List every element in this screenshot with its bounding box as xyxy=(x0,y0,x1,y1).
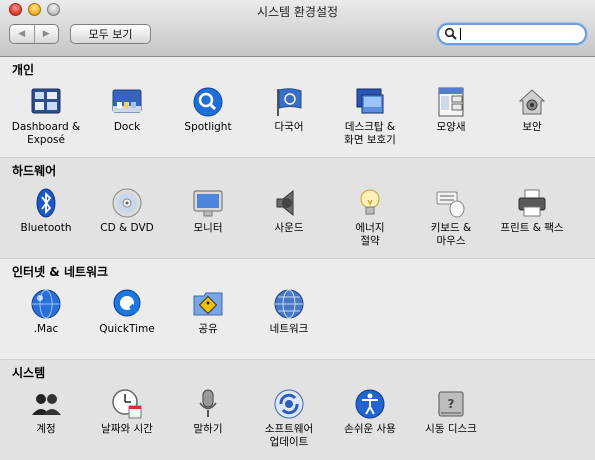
pref-accounts[interactable]: 계정 xyxy=(6,388,86,436)
pref-label: Dock xyxy=(113,121,141,133)
desktop-screensaver-icon xyxy=(356,88,384,114)
section-title: 인터넷 & 네트워크 xyxy=(12,265,109,279)
speaker-icon xyxy=(276,189,294,217)
monitor-icon xyxy=(193,190,223,217)
microphone-icon xyxy=(199,389,217,417)
network-globe-icon xyxy=(274,289,304,319)
section-title: 개인 xyxy=(12,63,35,77)
pref-label: Bluetooth xyxy=(20,222,72,234)
date-time-icon xyxy=(112,389,142,419)
search-input[interactable] xyxy=(459,26,577,41)
pref-label: 소프트웨어 업데이트 xyxy=(264,423,314,448)
pref-label: 시동 디스크 xyxy=(425,423,477,435)
back-button[interactable]: ◀ xyxy=(10,25,34,43)
dock-icon xyxy=(112,89,142,113)
pref-label: 공유 xyxy=(198,323,218,335)
pref-label: Dashboard & Exposé xyxy=(11,121,81,146)
pref-label: 데스크탑 & 화면 보호기 xyxy=(344,121,396,146)
pref-appearance[interactable]: 모양새 xyxy=(411,86,491,134)
pref-label: 모양새 xyxy=(436,121,466,133)
pref-security[interactable]: 보안 xyxy=(492,86,572,134)
pref-energy-saver[interactable]: 에너지 절약 xyxy=(330,187,410,248)
pref-print-fax[interactable]: 프린트 & 팩스 xyxy=(492,187,572,235)
text-caret xyxy=(460,28,461,40)
security-house-icon xyxy=(518,89,546,115)
lightbulb-icon xyxy=(360,189,380,215)
pref-date-time[interactable]: 날짜와 시간 xyxy=(87,388,167,436)
forward-arrow-icon: ▶ xyxy=(42,29,50,39)
startup-disk-icon: ? xyxy=(438,391,464,417)
international-flag-icon xyxy=(277,88,302,116)
back-arrow-icon: ◀ xyxy=(18,29,26,39)
magnifier-icon xyxy=(444,27,457,40)
dashboard-expose-icon xyxy=(31,88,61,114)
show-all-button[interactable]: 모두 보기 xyxy=(70,24,151,44)
pref-cd-dvd[interactable]: CD & DVD xyxy=(87,187,167,235)
pref-universal-access[interactable]: 손쉬운 사용 xyxy=(330,388,410,436)
spotlight-icon xyxy=(193,87,223,117)
universal-access-icon xyxy=(355,389,385,419)
bluetooth-icon xyxy=(36,188,56,218)
window-title: 시스템 환경설정 xyxy=(256,5,339,19)
pref-label: 네트워크 xyxy=(269,323,309,335)
pref-sound[interactable]: 사운드 xyxy=(249,187,329,235)
toolbar: 시스템 환경설정 ◀ ▶ 모두 보기 xyxy=(0,0,595,57)
pref-label: 키보드 & 마우스 xyxy=(430,222,472,247)
pref-label: 계정 xyxy=(36,423,56,435)
keyboard-mouse-icon xyxy=(436,191,465,218)
pref-monitor[interactable]: 모니터 xyxy=(168,187,248,235)
svg-text:?: ? xyxy=(448,397,455,411)
back-forward-control: ◀ ▶ xyxy=(9,24,59,44)
accounts-icon xyxy=(32,394,61,415)
sharing-folder-icon xyxy=(193,292,223,316)
section-title: 시스템 xyxy=(12,366,46,380)
pref-label: 날짜와 시간 xyxy=(101,423,153,435)
pref-label: Spotlight xyxy=(184,121,232,133)
pref-label: 프린트 & 팩스 xyxy=(500,222,564,234)
search-field[interactable] xyxy=(437,23,587,45)
appearance-icon xyxy=(438,87,464,117)
pref-dotmac[interactable]: .Mac xyxy=(6,288,86,336)
pref-network[interactable]: 네트워크 xyxy=(249,288,329,336)
system-preferences-window: 시스템 환경설정 ◀ ▶ 모두 보기 개인 하드웨어 인터넷 & 네트워크 시스… xyxy=(0,0,595,460)
pref-label: 사운드 xyxy=(274,222,304,234)
quicktime-icon xyxy=(113,289,141,317)
printer-icon xyxy=(518,189,546,217)
pref-international[interactable]: 다국어 xyxy=(249,86,329,134)
pref-speech[interactable]: 말하기 xyxy=(168,388,248,436)
pref-keyboard-mouse[interactable]: 키보드 & 마우스 xyxy=(411,187,491,248)
dotmac-globe-icon xyxy=(31,289,61,319)
pref-spotlight[interactable]: Spotlight xyxy=(168,86,248,134)
pref-label: CD & DVD xyxy=(100,222,154,234)
pref-label: 모니터 xyxy=(193,222,223,234)
pref-software-update[interactable]: 소프트웨어 업데이트 xyxy=(249,388,329,449)
pref-label: 말하기 xyxy=(193,423,223,435)
pref-sharing[interactable]: 공유 xyxy=(168,288,248,336)
pref-label: 보안 xyxy=(522,121,542,133)
pref-startup-disk[interactable]: ? 시동 디스크 xyxy=(411,388,491,436)
cd-dvd-icon xyxy=(112,188,142,218)
forward-button[interactable]: ▶ xyxy=(33,25,59,43)
pref-bluetooth[interactable]: Bluetooth xyxy=(6,187,86,235)
pref-dock[interactable]: Dock xyxy=(87,86,167,134)
pref-desktop-screensaver[interactable]: 데스크탑 & 화면 보호기 xyxy=(330,86,410,147)
pref-quicktime[interactable]: QuickTime xyxy=(87,288,167,336)
software-update-icon xyxy=(274,389,304,419)
pref-label: 손쉬운 사용 xyxy=(344,423,396,435)
pref-dashboard-expose[interactable]: Dashboard & Exposé xyxy=(6,86,86,147)
pref-label: 다국어 xyxy=(274,121,304,133)
section-title: 하드웨어 xyxy=(12,164,57,178)
pref-label: QuickTime xyxy=(99,323,155,335)
pref-label: 에너지 절약 xyxy=(355,222,385,247)
pref-label: .Mac xyxy=(33,323,59,335)
